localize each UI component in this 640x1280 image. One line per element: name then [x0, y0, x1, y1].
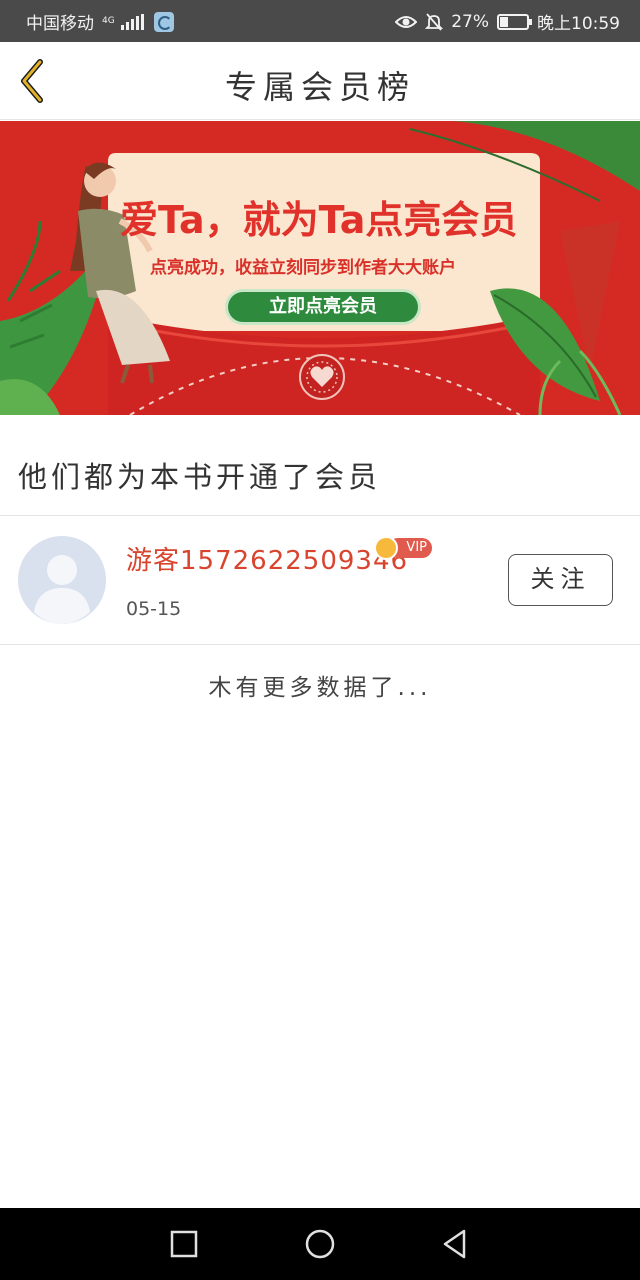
avatar[interactable]	[18, 536, 106, 624]
crown-icon	[374, 536, 398, 560]
home-icon	[305, 1229, 335, 1259]
default-avatar-icon	[18, 536, 106, 624]
member-list-item[interactable]: 游客1572622509346 VIP 05-15 关注	[0, 516, 640, 644]
member-date: 05-15	[126, 598, 182, 620]
back-nav-button[interactable]	[440, 1228, 472, 1260]
banner-headline: 爱Ta，就为Ta点亮会员	[120, 198, 518, 242]
status-bar: 中国移动 4G 27% 晚上10:59	[0, 0, 640, 42]
section-title: 他们都为本书开通了会员	[18, 460, 382, 494]
home-button[interactable]	[304, 1228, 336, 1260]
signal-icon	[120, 13, 144, 30]
divider	[0, 644, 640, 645]
network-type: 4G	[102, 16, 115, 26]
page-title: 专属会员榜	[224, 68, 415, 106]
recent-apps-button[interactable]	[168, 1228, 200, 1260]
carrier-label: 中国移动	[26, 14, 94, 34]
battery-icon	[497, 13, 532, 30]
battery-percent: 27%	[451, 11, 489, 32]
mute-bell-icon	[425, 12, 444, 31]
eye-icon	[395, 15, 418, 28]
clock: 晚上10:59	[537, 14, 620, 34]
light-up-membership-button[interactable]: 立即点亮会员	[228, 292, 418, 322]
system-nav-bar	[0, 1208, 640, 1280]
list-end-message: 木有更多数据了...	[208, 675, 432, 701]
recent-apps-icon	[170, 1230, 198, 1258]
vip-badge: VIP	[374, 536, 432, 560]
back-triangle-icon	[443, 1229, 466, 1259]
banner-subline: 点亮成功，收益立刻同步到作者大大账户	[150, 258, 456, 278]
member-name: 游客1572622509346	[126, 546, 409, 576]
top-app-bar: 专属会员榜	[0, 42, 640, 120]
follow-button[interactable]: 关注	[508, 554, 613, 606]
membership-banner[interactable]: 爱Ta，就为Ta点亮会员 点亮成功，收益立刻同步到作者大大账户 立即点亮会员	[0, 121, 640, 415]
app-notification-icon	[153, 11, 174, 32]
